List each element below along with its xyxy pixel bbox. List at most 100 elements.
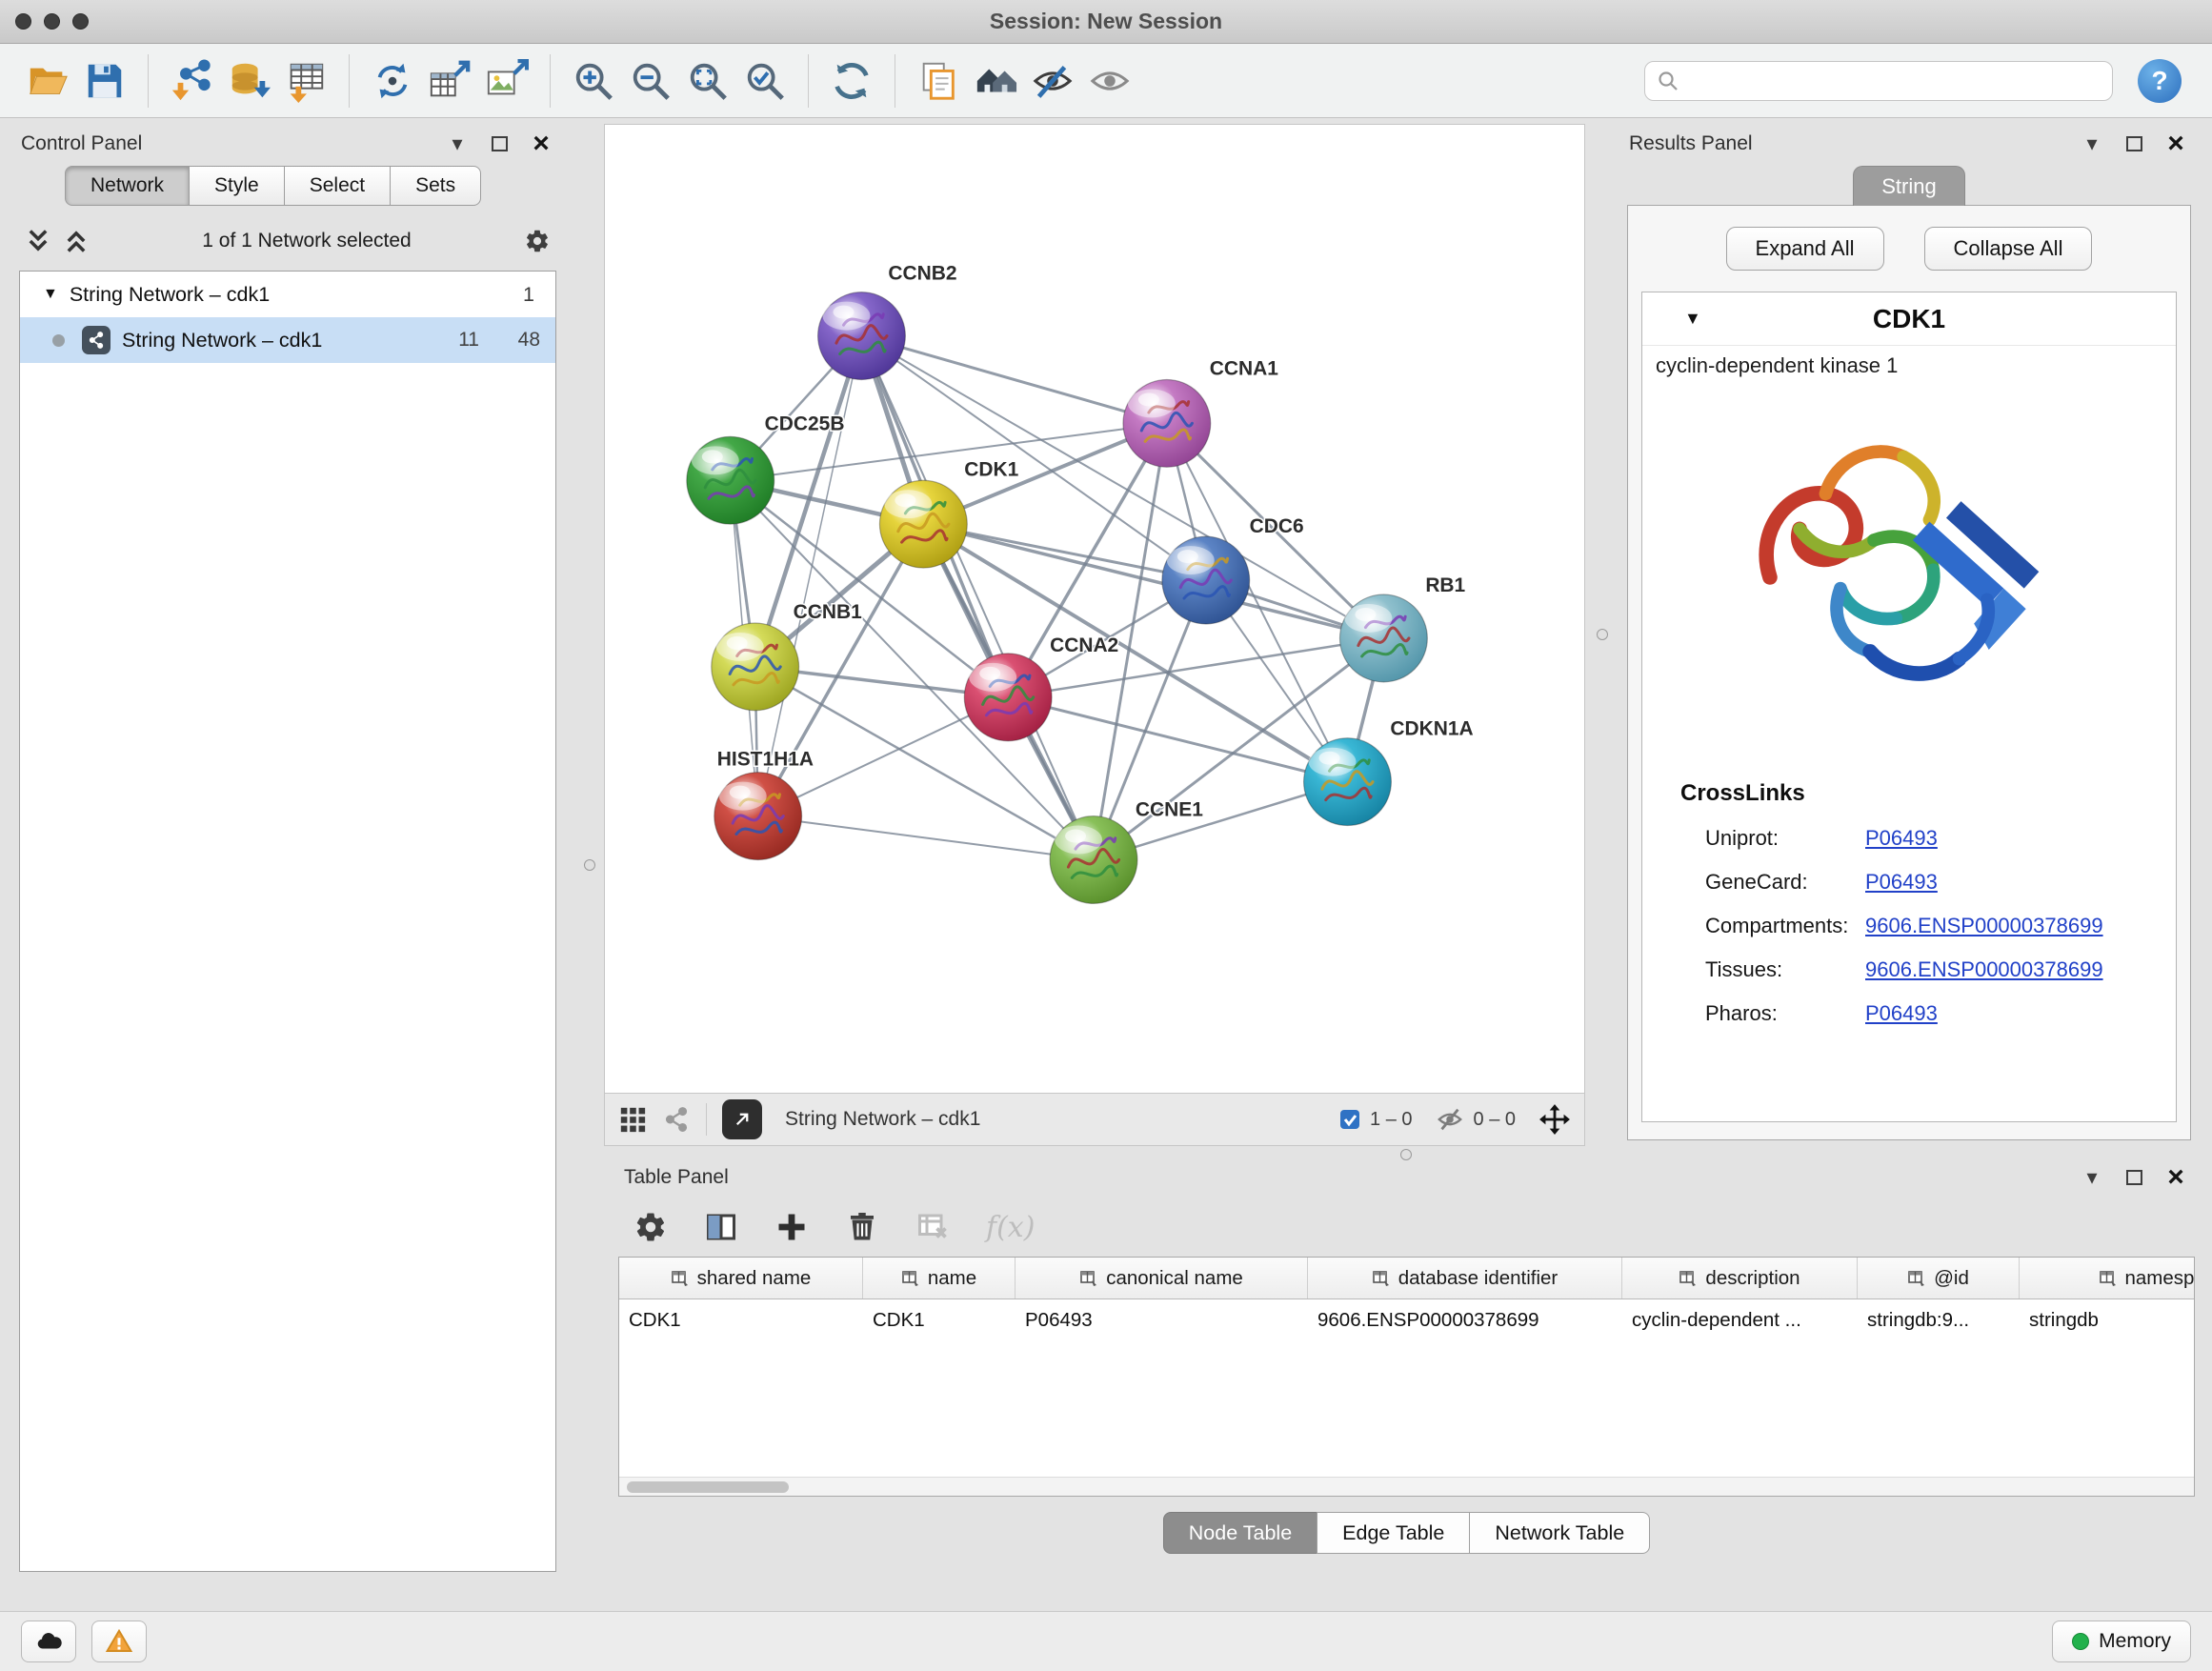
control-panel-float-button[interactable]: [486, 131, 513, 157]
show-all-button[interactable]: [1081, 52, 1138, 110]
tab-network[interactable]: Network: [65, 166, 190, 206]
network-share-button[interactable]: [662, 1105, 691, 1134]
tab-network-table[interactable]: Network Table: [1469, 1512, 1650, 1554]
table-panel-close-button[interactable]: ×: [2162, 1164, 2189, 1191]
zoom-fit-button[interactable]: [679, 52, 736, 110]
network-node-CCNA2[interactable]: [964, 654, 1052, 741]
export-image-button[interactable]: [478, 52, 535, 110]
network-edge-CCNB2-HIST1H1A[interactable]: [758, 336, 862, 816]
export-table-button[interactable]: [421, 52, 478, 110]
column-header-description[interactable]: description: [1622, 1258, 1858, 1299]
results-panel-close-button[interactable]: ×: [2162, 131, 2189, 157]
table-cell[interactable]: P06493: [1016, 1299, 1308, 1341]
apply-layout-button[interactable]: [823, 52, 880, 110]
table-cell[interactable]: CDK1: [619, 1299, 863, 1341]
collapse-tree-button[interactable]: [63, 228, 90, 254]
crosslink-compartments[interactable]: 9606.ENSP00000378699: [1865, 914, 2103, 938]
network-options-button[interactable]: [524, 228, 551, 254]
delete-column-button[interactable]: [845, 1210, 879, 1244]
crosslink-tissues[interactable]: 9606.ENSP00000378699: [1865, 957, 2103, 982]
crosslink-uniprot[interactable]: P06493: [1865, 826, 1938, 851]
copy-network-button[interactable]: [910, 52, 967, 110]
results-panel-collapse-button[interactable]: ▾: [2079, 131, 2105, 157]
left-splitter-handle[interactable]: [584, 859, 595, 871]
zoom-out-button[interactable]: [622, 52, 679, 110]
network-node-CDKN1A[interactable]: [1304, 738, 1392, 826]
warnings-button[interactable]: [91, 1621, 147, 1662]
network-canvas[interactable]: CCNB2CCNA1CDC25BCDK1CDC6RB1CCNB1CCNA2CDK…: [605, 125, 1584, 1093]
table-cell[interactable]: CDK1: [863, 1299, 1016, 1341]
show-columns-button[interactable]: [704, 1210, 738, 1244]
network-node-CCNE1[interactable]: [1050, 816, 1137, 904]
control-panel-close-button[interactable]: ×: [528, 131, 554, 157]
crosslink-genecard[interactable]: P06493: [1865, 870, 1938, 895]
crosslink-pharos[interactable]: P06493: [1865, 1001, 1938, 1026]
network-row-selected[interactable]: String Network – cdk1 11 48: [20, 317, 555, 363]
save-session-button[interactable]: [76, 52, 133, 110]
scrollbar-thumb[interactable]: [627, 1481, 789, 1493]
hide-selected-button[interactable]: [1024, 52, 1081, 110]
table-cell[interactable]: stringdb: [2020, 1299, 2195, 1341]
add-column-button[interactable]: [774, 1210, 809, 1244]
minimize-window-button[interactable]: [44, 13, 60, 30]
network-collection-row[interactable]: ▼ String Network – cdk1 1: [20, 272, 555, 317]
new-network-from-selection-button[interactable]: [364, 52, 421, 110]
home-button[interactable]: [967, 52, 1024, 110]
control-panel-collapse-button[interactable]: ▾: [444, 131, 471, 157]
network-node-RB1[interactable]: [1339, 594, 1427, 682]
table-panel-collapse-button[interactable]: ▾: [2079, 1164, 2105, 1191]
network-node-CCNB1[interactable]: [712, 623, 799, 711]
tab-edge-table[interactable]: Edge Table: [1317, 1512, 1470, 1554]
column-header-namespace[interactable]: namespace: [2020, 1258, 2195, 1299]
zoom-selected-button[interactable]: [736, 52, 794, 110]
column-header-shared-name[interactable]: shared name: [619, 1258, 863, 1299]
network-node-HIST1H1A[interactable]: [714, 773, 802, 860]
network-node-CCNA1[interactable]: [1123, 379, 1211, 467]
tab-sets[interactable]: Sets: [390, 166, 481, 206]
network-node-CDC6[interactable]: [1162, 536, 1250, 624]
open-session-button[interactable]: [19, 52, 76, 110]
eye-icon: [1088, 59, 1132, 103]
column-header-canonical-name[interactable]: canonical name: [1016, 1258, 1308, 1299]
help-button[interactable]: ?: [2138, 59, 2182, 103]
triangle-down-icon[interactable]: ▼: [43, 286, 58, 303]
table-options-button[interactable]: [633, 1210, 668, 1244]
bottom-splitter-handle[interactable]: [1400, 1149, 1412, 1160]
close-window-button[interactable]: [15, 13, 31, 30]
collapse-all-button[interactable]: Collapse All: [1924, 227, 2093, 271]
zoom-in-button[interactable]: [565, 52, 622, 110]
column-header-database-identifier[interactable]: database identifier: [1308, 1258, 1622, 1299]
tab-style[interactable]: Style: [189, 166, 285, 206]
import-network-from-file-button[interactable]: [163, 52, 220, 110]
search-input[interactable]: [1687, 70, 2101, 92]
right-splitter-handle[interactable]: [1597, 629, 1608, 640]
network-edge-CCNB2-CCNA1[interactable]: [861, 336, 1166, 424]
table-cell[interactable]: stringdb:9...: [1858, 1299, 2020, 1341]
expand-tree-button[interactable]: [25, 228, 51, 254]
import-network-from-database-button[interactable]: [220, 52, 277, 110]
zoom-window-button[interactable]: [72, 13, 89, 30]
tab-string[interactable]: String: [1853, 166, 1965, 206]
network-edge-CCNB2-CCNE1[interactable]: [861, 336, 1094, 860]
network-node-CCNB2[interactable]: [818, 292, 906, 380]
memory-button[interactable]: Memory: [2052, 1621, 2191, 1662]
table-panel-float-button[interactable]: [2121, 1164, 2147, 1191]
cloud-status-button[interactable]: [21, 1621, 76, 1662]
table-cell[interactable]: cyclin-dependent ...: [1622, 1299, 1858, 1341]
import-table-from-file-button[interactable]: [277, 52, 334, 110]
tab-node-table[interactable]: Node Table: [1163, 1512, 1317, 1554]
column-header-name[interactable]: name: [863, 1258, 1016, 1299]
pan-mode-button[interactable]: [1538, 1103, 1571, 1136]
birds-eye-view-button[interactable]: [618, 1105, 647, 1134]
network-node-CDK1[interactable]: [879, 480, 967, 568]
tab-select[interactable]: Select: [284, 166, 391, 206]
network-edge-HIST1H1A-CCNE1[interactable]: [758, 816, 1094, 860]
open-in-new-window-button[interactable]: [722, 1099, 762, 1139]
expand-all-button[interactable]: Expand All: [1726, 227, 1884, 271]
results-panel-float-button[interactable]: [2121, 131, 2147, 157]
triangle-down-icon[interactable]: ▼: [1684, 309, 1701, 329]
network-edge-CDK1-RB1[interactable]: [923, 524, 1383, 638]
column-header-id[interactable]: @id: [1858, 1258, 2020, 1299]
table-cell[interactable]: 9606.ENSP00000378699: [1308, 1299, 1622, 1341]
network-node-CDC25B[interactable]: [687, 436, 774, 524]
